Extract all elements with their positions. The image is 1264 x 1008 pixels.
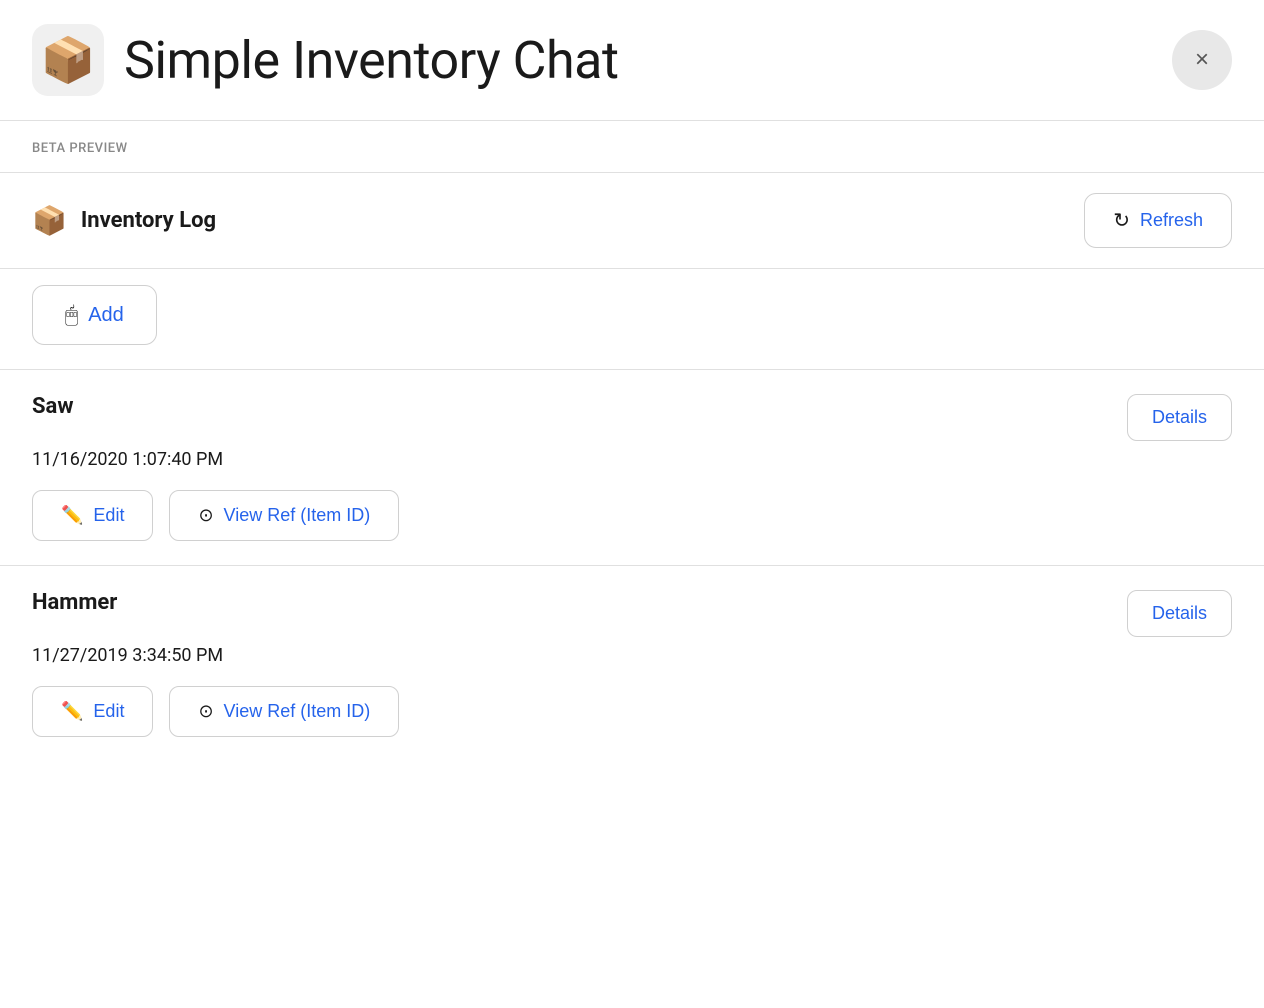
view-ref-icon-hammer: ⊙ bbox=[198, 701, 213, 722]
item-date-saw: 11/16/2020 1:07:40 PM bbox=[32, 449, 1232, 470]
beta-label: BETA PREVIEW bbox=[32, 141, 128, 156]
details-button-hammer[interactable]: Details bbox=[1127, 590, 1232, 637]
inventory-item-hammer: Hammer Details 11/27/2019 3:34:50 PM ✏️ … bbox=[0, 565, 1264, 761]
inventory-list: Saw Details 11/16/2020 1:07:40 PM ✏️ Edi… bbox=[0, 369, 1264, 761]
section-title: Inventory Log bbox=[81, 208, 216, 233]
app-title: Simple Inventory Chat bbox=[124, 30, 618, 91]
edit-label-saw: Edit bbox=[93, 505, 124, 526]
item-header-saw: Saw Details bbox=[32, 394, 1232, 441]
section-header: 📦 Inventory Log ↻ Refresh bbox=[0, 173, 1264, 268]
refresh-button[interactable]: ↻ Refresh bbox=[1084, 193, 1232, 248]
add-icon: 🖱 bbox=[65, 302, 78, 328]
item-header-hammer: Hammer Details bbox=[32, 590, 1232, 637]
refresh-label: Refresh bbox=[1140, 210, 1203, 231]
view-ref-label-saw: View Ref (Item ID) bbox=[224, 505, 371, 526]
add-button[interactable]: 🖱 Add bbox=[32, 285, 157, 345]
add-label: Add bbox=[88, 304, 124, 327]
details-button-saw[interactable]: Details bbox=[1127, 394, 1232, 441]
actions-bar: 🖱 Add bbox=[0, 269, 1264, 369]
edit-button-saw[interactable]: ✏️ Edit bbox=[32, 490, 153, 541]
item-date-hammer: 11/27/2019 3:34:50 PM bbox=[32, 645, 1232, 666]
section-icon: 📦 bbox=[32, 204, 67, 237]
details-label-saw: Details bbox=[1152, 407, 1207, 427]
item-actions-saw: ✏️ Edit ⊙ View Ref (Item ID) bbox=[32, 490, 1232, 541]
view-ref-button-hammer[interactable]: ⊙ View Ref (Item ID) bbox=[169, 686, 399, 737]
item-actions-hammer: ✏️ Edit ⊙ View Ref (Item ID) bbox=[32, 686, 1232, 737]
item-name-saw: Saw bbox=[32, 394, 73, 419]
item-name-hammer: Hammer bbox=[32, 590, 117, 615]
app-header: 📦 Simple Inventory Chat × bbox=[0, 0, 1264, 120]
close-icon: × bbox=[1195, 46, 1209, 74]
app-icon: 📦 bbox=[32, 24, 104, 96]
section-header-left: 📦 Inventory Log bbox=[32, 204, 216, 237]
refresh-icon: ↻ bbox=[1113, 208, 1130, 233]
view-ref-label-hammer: View Ref (Item ID) bbox=[224, 701, 371, 722]
edit-icon-hammer: ✏️ bbox=[61, 701, 83, 722]
header-left: 📦 Simple Inventory Chat bbox=[32, 24, 618, 96]
view-ref-icon-saw: ⊙ bbox=[198, 505, 213, 526]
edit-button-hammer[interactable]: ✏️ Edit bbox=[32, 686, 153, 737]
beta-bar: BETA PREVIEW bbox=[0, 121, 1264, 172]
view-ref-button-saw[interactable]: ⊙ View Ref (Item ID) bbox=[169, 490, 399, 541]
close-button[interactable]: × bbox=[1172, 30, 1232, 90]
edit-icon-saw: ✏️ bbox=[61, 505, 83, 526]
edit-label-hammer: Edit bbox=[93, 701, 124, 722]
inventory-item-saw: Saw Details 11/16/2020 1:07:40 PM ✏️ Edi… bbox=[0, 369, 1264, 565]
details-label-hammer: Details bbox=[1152, 603, 1207, 623]
